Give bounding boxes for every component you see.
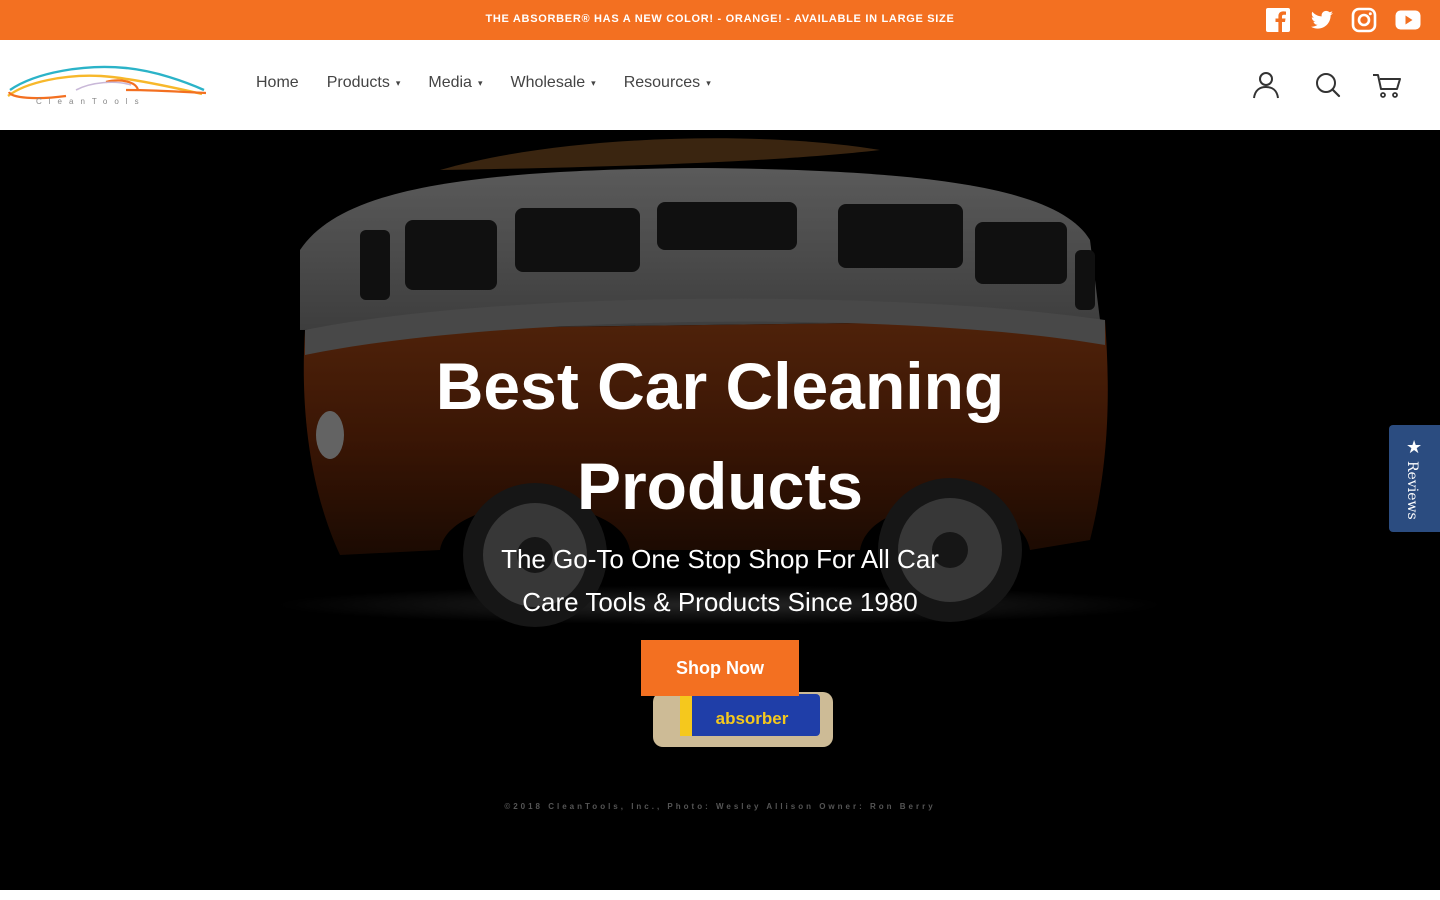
announcement-text: THE ABSORBER® HAS A NEW COLOR! - ORANGE!… [485, 13, 955, 25]
account-icon[interactable] [1251, 70, 1281, 100]
search-icon[interactable] [1313, 70, 1343, 100]
nav-products-label: Products [326, 74, 390, 91]
nav-resources-label: Resources [623, 74, 701, 91]
facebook-icon[interactable] [1265, 7, 1291, 33]
twitter-icon[interactable] [1309, 7, 1335, 33]
caret-down-icon: ▾ [591, 77, 596, 88]
instagram-icon[interactable] [1351, 7, 1377, 33]
svg-text:absorber: absorber [716, 709, 789, 728]
star-icon: ★ [1406, 437, 1423, 457]
youtube-icon[interactable] [1395, 7, 1421, 33]
nav-products[interactable]: Products ▾ [327, 74, 401, 92]
announcement-bar: THE ABSORBER® HAS A NEW COLOR! - ORANGE!… [0, 0, 1440, 40]
shop-now-button[interactable]: Shop Now [641, 640, 799, 696]
main-nav: Home Products ▾ Media ▾ Wholesale ▾ Reso… [256, 74, 711, 92]
site-header: CleanTools Home Products ▾ Media ▾ Whole… [0, 40, 1440, 130]
page-bottom-strip [0, 890, 1440, 900]
photo-credit: ©2018 CleanTools, Inc., Photo: Wesley Al… [504, 802, 936, 811]
caret-down-icon: ▾ [395, 77, 401, 88]
nav-home-label: Home [256, 74, 299, 91]
nav-media[interactable]: Media ▾ [428, 74, 482, 92]
hero-title: Best Car Cleaning Products [435, 349, 1005, 523]
nav-wholesale[interactable]: Wholesale ▾ [510, 74, 595, 92]
caret-down-icon: ▾ [477, 77, 483, 88]
reviews-tab[interactable]: ★ Reviews [1389, 425, 1440, 532]
cleantools-logo[interactable]: CleanTools [6, 60, 207, 108]
hero-subtitle: The Go-To One Stop Shop For All Car Care… [501, 544, 939, 617]
nav-media-label: Media [428, 74, 472, 91]
caret-down-icon: ▾ [706, 77, 711, 88]
svg-text:CleanTools: CleanTools [36, 97, 146, 106]
reviews-label: Reviews [1404, 461, 1420, 520]
nav-resources[interactable]: Resources ▾ [624, 74, 711, 92]
nav-wholesale-label: Wholesale [510, 74, 586, 91]
cart-icon[interactable] [1372, 70, 1402, 100]
nav-home[interactable]: Home [256, 74, 299, 92]
hero-banner: absorber Best Car Cleaning Products The … [0, 130, 1440, 890]
